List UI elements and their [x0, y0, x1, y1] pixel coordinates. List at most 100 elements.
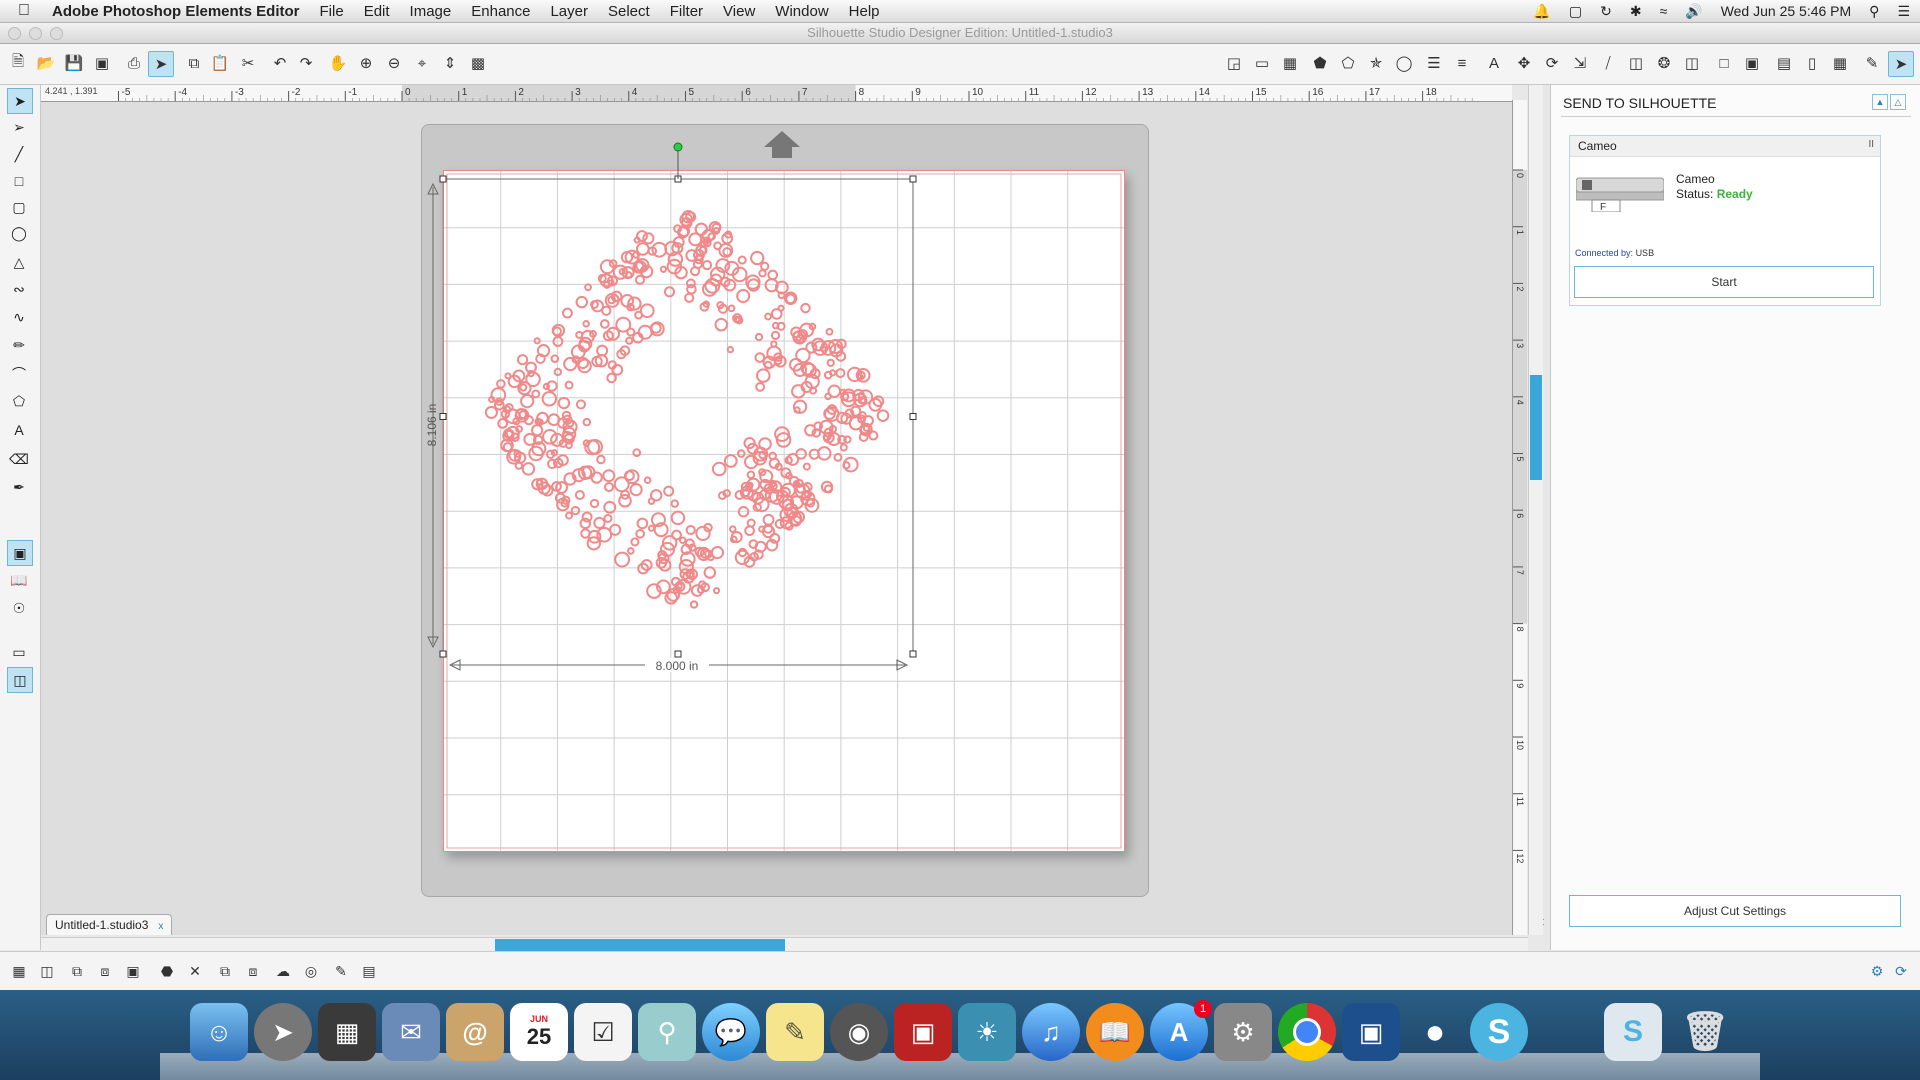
close-tab-icon[interactable]: x [158, 921, 163, 932]
menu-view[interactable]: View [723, 3, 755, 20]
menu-layer[interactable]: Layer [550, 3, 588, 20]
zoom-out-icon[interactable]: ⊖ [382, 51, 406, 75]
volume-icon[interactable]: 🔊 [1685, 3, 1702, 20]
menu-window[interactable]: Window [775, 3, 828, 20]
time-machine-icon[interactable]: ↻ [1600, 3, 1612, 20]
align-icon[interactable]: ◫ [1624, 51, 1648, 75]
bluetooth-icon[interactable]: ✱ [1630, 3, 1642, 20]
silhouette-document-icon[interactable]: S [1604, 1003, 1662, 1061]
menu-image[interactable]: Image [410, 3, 452, 20]
photo-booth-icon[interactable]: ▣ [894, 1003, 952, 1061]
ellipse-tool-icon[interactable]: ◯ [7, 221, 31, 245]
arc-tool-icon[interactable]: ⌒ [7, 362, 31, 386]
scale-icon[interactable]: ⇲ [1568, 51, 1592, 75]
pan-hand-icon[interactable]: ✋ [326, 51, 350, 75]
fill-pattern-icon[interactable]: ✯ [1364, 51, 1388, 75]
rectangle-tool-icon[interactable]: □ [7, 169, 31, 193]
document-tab[interactable]: Untitled-1.studio3 x [46, 914, 173, 935]
online-store-icon[interactable]: ☉ [7, 596, 31, 620]
zoom-window-button[interactable] [50, 27, 63, 40]
split-view-icon[interactable]: ◫ [7, 667, 33, 693]
ungroup-icon[interactable]: ◫ [36, 960, 58, 982]
group-icon[interactable]: ▦ [8, 960, 30, 982]
adjust-cut-settings-button[interactable]: Adjust Cut Settings [1569, 895, 1901, 927]
curve-tool-icon[interactable]: ∾ [7, 277, 31, 301]
trash-icon[interactable]: 🗑 [1676, 1003, 1734, 1061]
line-tool-icon[interactable]: ╱ [7, 142, 31, 166]
zoom-in-icon[interactable]: ⊕ [354, 51, 378, 75]
send-panel-icon[interactable]: ➤ [1888, 51, 1914, 77]
chrome-icon[interactable] [1278, 1003, 1336, 1061]
close-window-button[interactable] [8, 27, 21, 40]
wifi-icon[interactable]: ≈ [1660, 3, 1668, 19]
notification-icon[interactable]: 🔔 [1533, 3, 1550, 20]
shear-icon[interactable]: ⧸ [1596, 51, 1620, 75]
ibooks-icon[interactable]: 📖 [1086, 1003, 1144, 1061]
send-backward-icon[interactable]: ⧈ [242, 960, 264, 982]
menu-file[interactable]: File [320, 3, 344, 20]
zoom-select-icon[interactable]: ⌖ [410, 51, 434, 75]
polygon-tool-icon[interactable]: △ [7, 250, 31, 274]
select-arrow-icon[interactable]: ➤ [7, 88, 33, 114]
grid-settings-icon[interactable]: ▦ [1278, 51, 1302, 75]
sketch-icon[interactable]: ✎ [1860, 51, 1884, 75]
start-button[interactable]: Start [1574, 266, 1874, 298]
line-style-icon[interactable]: ☰ [1422, 51, 1446, 75]
photoshop-elements-icon[interactable]: ▣ [1342, 1003, 1400, 1061]
trace-icon[interactable]: ▣ [1740, 51, 1764, 75]
knife-tool-icon[interactable]: ✒ [7, 475, 31, 499]
page-settings-icon[interactable]: ▭ [1250, 51, 1274, 75]
system-preferences-icon[interactable]: ⚙ [1214, 1003, 1272, 1061]
reminders-icon[interactable]: ☑ [574, 1003, 632, 1061]
copy-icon[interactable]: ⧉ [182, 51, 206, 75]
save-library-icon[interactable]: ▣ [90, 51, 114, 75]
airplay-icon[interactable]: ▢ [1569, 3, 1582, 20]
facetime-icon[interactable]: ◉ [830, 1003, 888, 1061]
open-folder-icon[interactable]: 📂 [34, 51, 58, 75]
store-icon[interactable]: ▦ [1828, 51, 1852, 75]
cut-settings-icon[interactable]: ▤ [1772, 51, 1796, 75]
freehand-tool-icon[interactable]: ∿ [7, 305, 31, 329]
zoom-drag-icon[interactable]: ⇕ [438, 51, 462, 75]
offset-circle-icon[interactable]: ◎ [300, 960, 322, 982]
finder-icon[interactable]: ☺ [190, 1003, 248, 1061]
itunes-icon[interactable]: ♫ [1022, 1003, 1080, 1061]
apple-icon[interactable]:  [18, 2, 40, 20]
menu-help[interactable]: Help [849, 3, 880, 20]
maps-icon[interactable]: ⚲ [638, 1003, 696, 1061]
make-compound-icon[interactable]: ⧉ [66, 960, 88, 982]
trace-layer-icon[interactable]: ▤ [358, 960, 380, 982]
settings-gear-icon[interactable]: ⚙ [1866, 960, 1888, 982]
clock[interactable]: Wed Jun 25 5:46 PM [1721, 3, 1851, 19]
fit-page-icon[interactable]: ▩ [466, 51, 490, 75]
delete-icon[interactable]: ✕ [184, 960, 206, 982]
text-style-icon[interactable]: A [1482, 51, 1506, 75]
new-document-icon[interactable]: 🗎 [6, 51, 30, 75]
modify-icon[interactable]: ◫ [1680, 51, 1704, 75]
send-to-cutter-icon[interactable]: ➤ [148, 51, 174, 77]
panel-expand-icon[interactable]: △ [1890, 94, 1906, 110]
notes-icon[interactable]: ✎ [766, 1003, 824, 1061]
line-color-icon[interactable]: ⬠ [1336, 51, 1360, 75]
menu-select[interactable]: Select [608, 3, 650, 20]
undo-icon[interactable]: ↶ [268, 51, 292, 75]
horizontal-scroll-thumb[interactable] [495, 939, 785, 951]
edit-points-icon[interactable]: ➢ [7, 115, 31, 139]
calendar-icon[interactable]: JUN 25 [510, 1003, 568, 1061]
panel-collapse-icon[interactable]: ▲ [1872, 94, 1888, 110]
cut-area-page[interactable] [443, 170, 1125, 852]
paste-icon[interactable]: 📋 [208, 51, 232, 75]
mail-icon[interactable]: ✉ [382, 1003, 440, 1061]
design-canvas[interactable] [444, 171, 1124, 851]
knife-pen-icon[interactable]: ✎ [330, 960, 352, 982]
rounded-rect-tool-icon[interactable]: ▢ [7, 195, 31, 219]
arrange-icon[interactable]: ▣ [122, 960, 144, 982]
transform-icon[interactable]: ✥ [1512, 51, 1536, 75]
bring-forward-icon[interactable]: ⧉ [214, 960, 236, 982]
vertical-scroll-thumb[interactable] [1530, 375, 1542, 480]
app-name[interactable]: Adobe Photoshop Elements Editor [52, 3, 300, 20]
minimize-window-button[interactable] [29, 27, 42, 40]
line-width-icon[interactable]: ≡ [1450, 51, 1474, 75]
pause-icon[interactable]: II [1868, 139, 1874, 150]
fill-color-icon[interactable]: ⬟ [1308, 51, 1332, 75]
